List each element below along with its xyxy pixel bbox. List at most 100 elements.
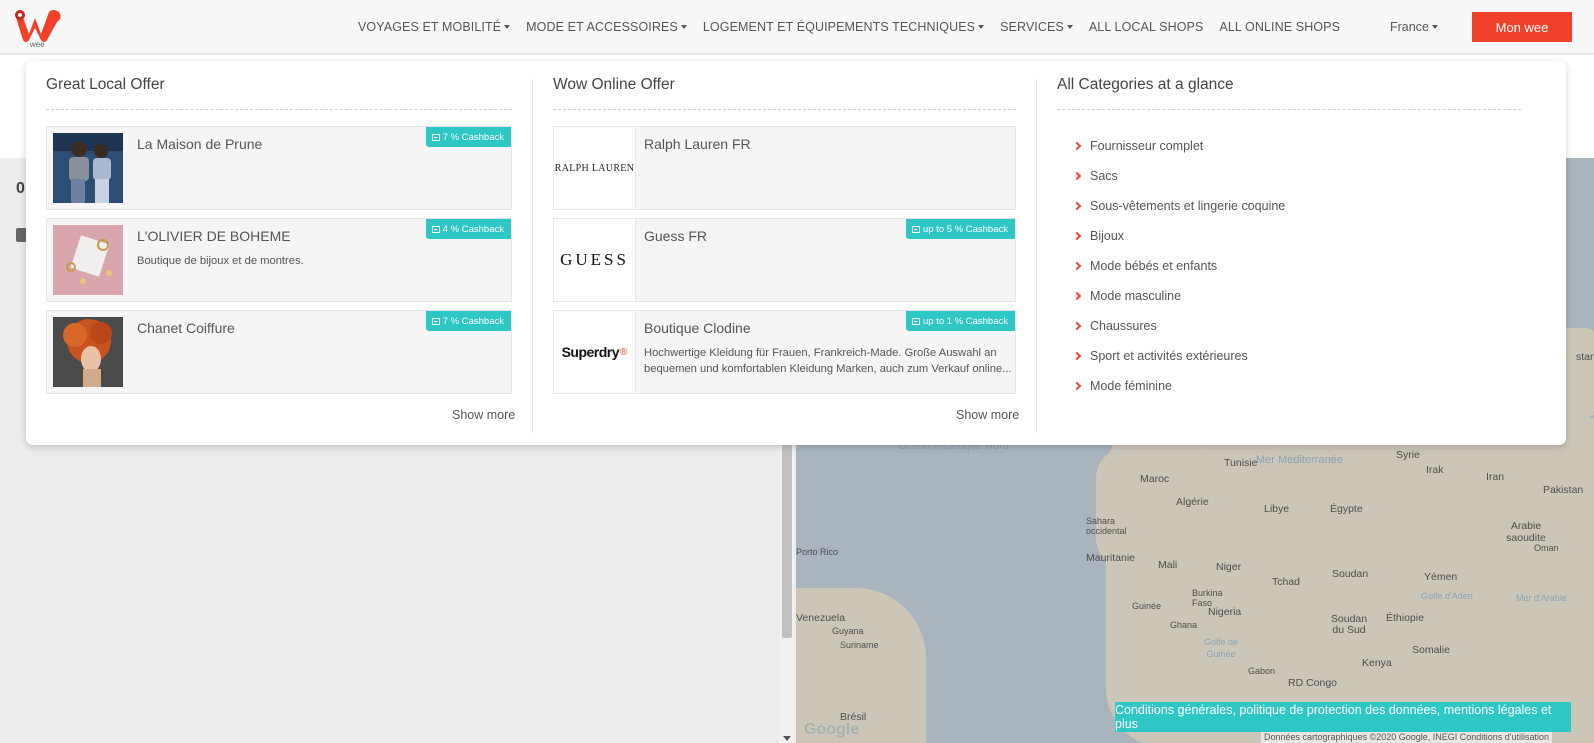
map-label: stan (1576, 351, 1594, 363)
category-item[interactable]: Mode féminine (1066, 371, 1285, 401)
caret-down-icon (504, 24, 511, 29)
column-divider (532, 79, 533, 433)
shop-name: Chanet Coiffure (137, 320, 235, 336)
cashback-badge: 4 % Cashback (425, 219, 511, 239)
map-attribution[interactable]: Données cartographiques ©2020 Google, IN… (1261, 731, 1553, 743)
shop-description: Hochwertige Kleidung für Frauen, Frankre… (644, 347, 1012, 375)
brand-logo: GUESS (554, 219, 636, 301)
cashback-icon (431, 133, 440, 141)
chevron-right-icon (1072, 231, 1082, 241)
map-label: Mer d'Arabie (1516, 593, 1567, 603)
category-item[interactable]: Chaussures (1066, 311, 1285, 341)
divider (553, 109, 1016, 110)
map-label: Golfe d'Aden (1421, 591, 1473, 601)
map-label: Somalie (1412, 644, 1450, 656)
nav-voyages[interactable]: VOYAGES ET MOBILITÉ (350, 20, 518, 34)
divider (46, 109, 512, 110)
column-divider (1036, 79, 1037, 433)
chevron-right-icon (1072, 201, 1082, 211)
terms-button[interactable]: Conditions générales, politique de prote… (1115, 702, 1571, 732)
local-shop-card[interactable]: La Maison de Prune 7 % Cashback (46, 126, 512, 210)
map-label: Soudan du Sud (1330, 613, 1368, 636)
chevron-right-icon (1072, 261, 1082, 271)
map-label: Porto Rico (796, 547, 839, 557)
cashback-badge: 7 % Cashback (425, 127, 511, 147)
cashback-icon (911, 317, 920, 325)
chevron-right-icon (1072, 291, 1082, 301)
map-label: Irak (1426, 464, 1444, 476)
category-item[interactable]: Sous-vêtements et lingerie coquine (1066, 191, 1285, 221)
category-item[interactable]: Bijoux (1066, 221, 1285, 251)
online-shop-card[interactable]: RALPH LAUREN Ralph Lauren FR (553, 126, 1016, 210)
top-header: wee VOYAGES ET MOBILITÉ MODE ET ACCESSOI… (0, 0, 1594, 54)
main-nav: VOYAGES ET MOBILITÉ MODE ET ACCESSOIRES … (350, 0, 1348, 54)
chevron-right-icon (1072, 141, 1082, 151)
category-item[interactable]: Fournisseur complet (1066, 131, 1285, 161)
scroll-down-icon[interactable] (783, 736, 791, 741)
cashback-icon (911, 225, 920, 233)
map-label: Éthiopie (1386, 612, 1424, 624)
map-label: Pakistan (1543, 484, 1584, 496)
map-label: Tunisie (1224, 457, 1258, 469)
map-label: Guinée (1132, 601, 1162, 611)
caret-down-icon (1431, 24, 1438, 29)
show-more-local[interactable]: Show more (452, 408, 515, 422)
country-selector[interactable]: France (1390, 20, 1438, 34)
cashback-badge: up to 1 % Cashback (905, 311, 1015, 331)
shop-name: La Maison de Prune (137, 136, 263, 152)
chevron-right-icon (1072, 381, 1082, 391)
shop-name: Boutique Clodine (644, 320, 751, 336)
nav-label: ALL ONLINE SHOPS (1219, 20, 1341, 34)
local-shop-card[interactable]: L'OLIVIER DE BOHEME Boutique de bijoux e… (46, 218, 512, 302)
chevron-right-icon (1072, 321, 1082, 331)
shop-image (53, 225, 123, 295)
category-item[interactable]: Sport et activités extérieures (1066, 341, 1285, 371)
map-label: Oman (1534, 543, 1559, 553)
nav-services[interactable]: SERVICES (992, 20, 1081, 34)
caret-down-icon (680, 24, 687, 29)
online-shop-card[interactable]: GUESS Guess FR up to 5 % Cashback (553, 218, 1016, 302)
map-label: Algérie (1176, 496, 1209, 508)
nav-label: ALL LOCAL SHOPS (1088, 20, 1204, 34)
map-label: Niger (1216, 561, 1242, 573)
online-shop-card[interactable]: Superdry ® Boutique Clodine Hochwertige K… (553, 310, 1016, 394)
results-count: 0 (16, 180, 25, 197)
chevron-right-icon (1072, 351, 1082, 361)
nav-label: VOYAGES ET MOBILITÉ (358, 20, 502, 34)
nav-label: LOGEMENT ET ÉQUIPEMENTS TECHNIQUES (702, 20, 976, 34)
shop-name: L'OLIVIER DE BOHEME (137, 228, 291, 244)
map-label: Yémen (1424, 571, 1458, 583)
category-item[interactable]: Sacs (1066, 161, 1285, 191)
country-label: France (1390, 20, 1429, 34)
map-label: Mauritanie (1086, 552, 1136, 564)
shop-image (53, 317, 123, 387)
map-label: Syrie (1396, 449, 1420, 461)
category-item[interactable]: Mode masculine (1066, 281, 1285, 311)
google-logo: Google (804, 721, 860, 738)
logo-text: wee (29, 40, 45, 48)
map-label: Burkina Faso (1192, 588, 1223, 608)
mon-wee-button[interactable]: Mon wee (1472, 12, 1572, 42)
nav-all-local-shops[interactable]: ALL LOCAL SHOPS (1081, 20, 1212, 34)
map-label: Arabie saoudite (1506, 520, 1546, 544)
map-label: Libye (1264, 503, 1290, 515)
shop-name: Ralph Lauren FR (644, 136, 751, 152)
map-label: Nigeria (1208, 606, 1242, 618)
online-offer-title: Wow Online Offer (553, 76, 675, 93)
map-label: Iran (1486, 471, 1505, 483)
category-item[interactable]: Mode bébés et enfants (1066, 251, 1285, 281)
cashback-icon (431, 225, 440, 233)
nav-logement[interactable]: LOGEMENT ET ÉQUIPEMENTS TECHNIQUES (695, 20, 992, 34)
nav-mode[interactable]: MODE ET ACCESSOIRES (518, 20, 695, 34)
map-label: Kenya (1362, 657, 1392, 669)
local-shop-card[interactable]: Chanet Coiffure 7 % Cashback (46, 310, 512, 394)
map-label: Venezuela (796, 612, 846, 624)
wee-logo-icon[interactable]: wee (11, 6, 63, 48)
registered-icon: ® (620, 346, 628, 358)
map-label: Mali (1158, 559, 1178, 571)
map-label: Tchad (1272, 576, 1301, 588)
nav-all-online-shops[interactable]: ALL ONLINE SHOPS (1211, 20, 1348, 34)
map-label: RD Congo (1288, 677, 1338, 689)
show-more-online[interactable]: Show more (956, 408, 1019, 422)
shop-name: Guess FR (644, 228, 708, 244)
